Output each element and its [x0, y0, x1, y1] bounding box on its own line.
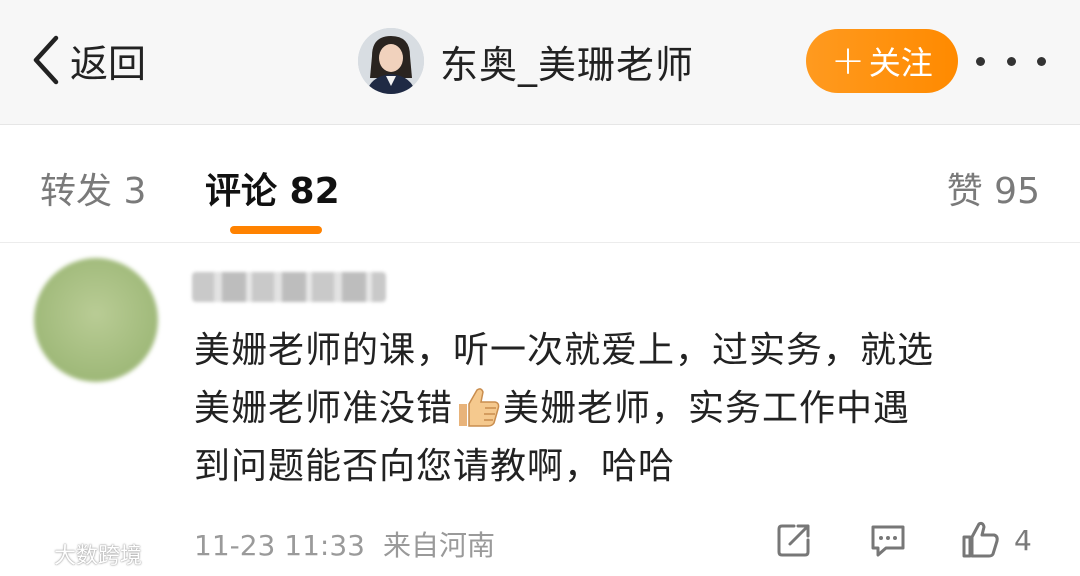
like-icon [962, 521, 999, 558]
comment-line-2: 美姗老师准没错 美姗老师，实务工作中遇 [194, 380, 1054, 438]
plus-icon: + [831, 38, 865, 84]
dot [1037, 56, 1046, 66]
commenter-name-blurred[interactable] [192, 272, 386, 302]
reply-button[interactable] [868, 520, 908, 560]
watermark-text: 大数跨境 [54, 544, 143, 569]
thumbs-up-emoji-icon [459, 388, 500, 427]
comment-segment: 美姗老师，实务工作中遇 [503, 388, 911, 429]
tab-comment[interactable]: 评论 82 [205, 162, 340, 214]
dot [976, 56, 985, 66]
reply-icon [871, 525, 905, 557]
like-button[interactable]: 4 [960, 520, 1032, 560]
commenter-avatar[interactable] [34, 258, 158, 382]
like-count: 4 [1014, 523, 1032, 557]
watermark-logo-icon [10, 544, 45, 562]
active-tab-indicator [230, 226, 322, 234]
share-button[interactable] [774, 520, 814, 560]
back-label: 返回 [70, 41, 147, 86]
top-bar: 返回 东奥_美珊老师 + 关注 [0, 0, 1080, 125]
user-profile[interactable]: 东奥_美珊老师 [358, 28, 694, 94]
back-chevron-icon [33, 35, 59, 85]
follow-label: 关注 [868, 44, 933, 82]
comment-text: 美姗老师的课，听一次就爱上，过实务，就选 美姗老师准没错 美姗老师，实务工作中遇… [194, 322, 1054, 496]
more-dots-icon[interactable] [976, 46, 1046, 76]
share-icon [777, 524, 810, 557]
back-button[interactable]: 返回 [30, 30, 146, 90]
watermark: 大数跨境 [8, 538, 142, 570]
comment-time: 11-23 11:33 [194, 529, 365, 562]
tab-repost[interactable]: 转发 3 [40, 162, 146, 214]
avatar[interactable] [358, 28, 424, 94]
interaction-tabs: 转发 3 评论 82 赞 95 [0, 124, 1080, 243]
comment-line: 到问题能否向您请教啊，哈哈 [194, 446, 676, 487]
tab-like[interactable]: 赞 95 [947, 162, 1040, 214]
comment-line: 美姗老师的课，听一次就爱上，过实务，就选 [194, 330, 935, 371]
dot [1006, 56, 1016, 66]
comment-segment: 美姗老师准没错 [194, 388, 454, 429]
follow-button[interactable]: + 关注 [806, 29, 958, 93]
avatar-portrait-icon [358, 28, 424, 94]
username[interactable]: 东奥_美珊老师 [440, 34, 694, 89]
comment-source: 来自河南 [382, 529, 495, 562]
comment-meta: 11-23 11:33 来自河南 [194, 524, 495, 564]
